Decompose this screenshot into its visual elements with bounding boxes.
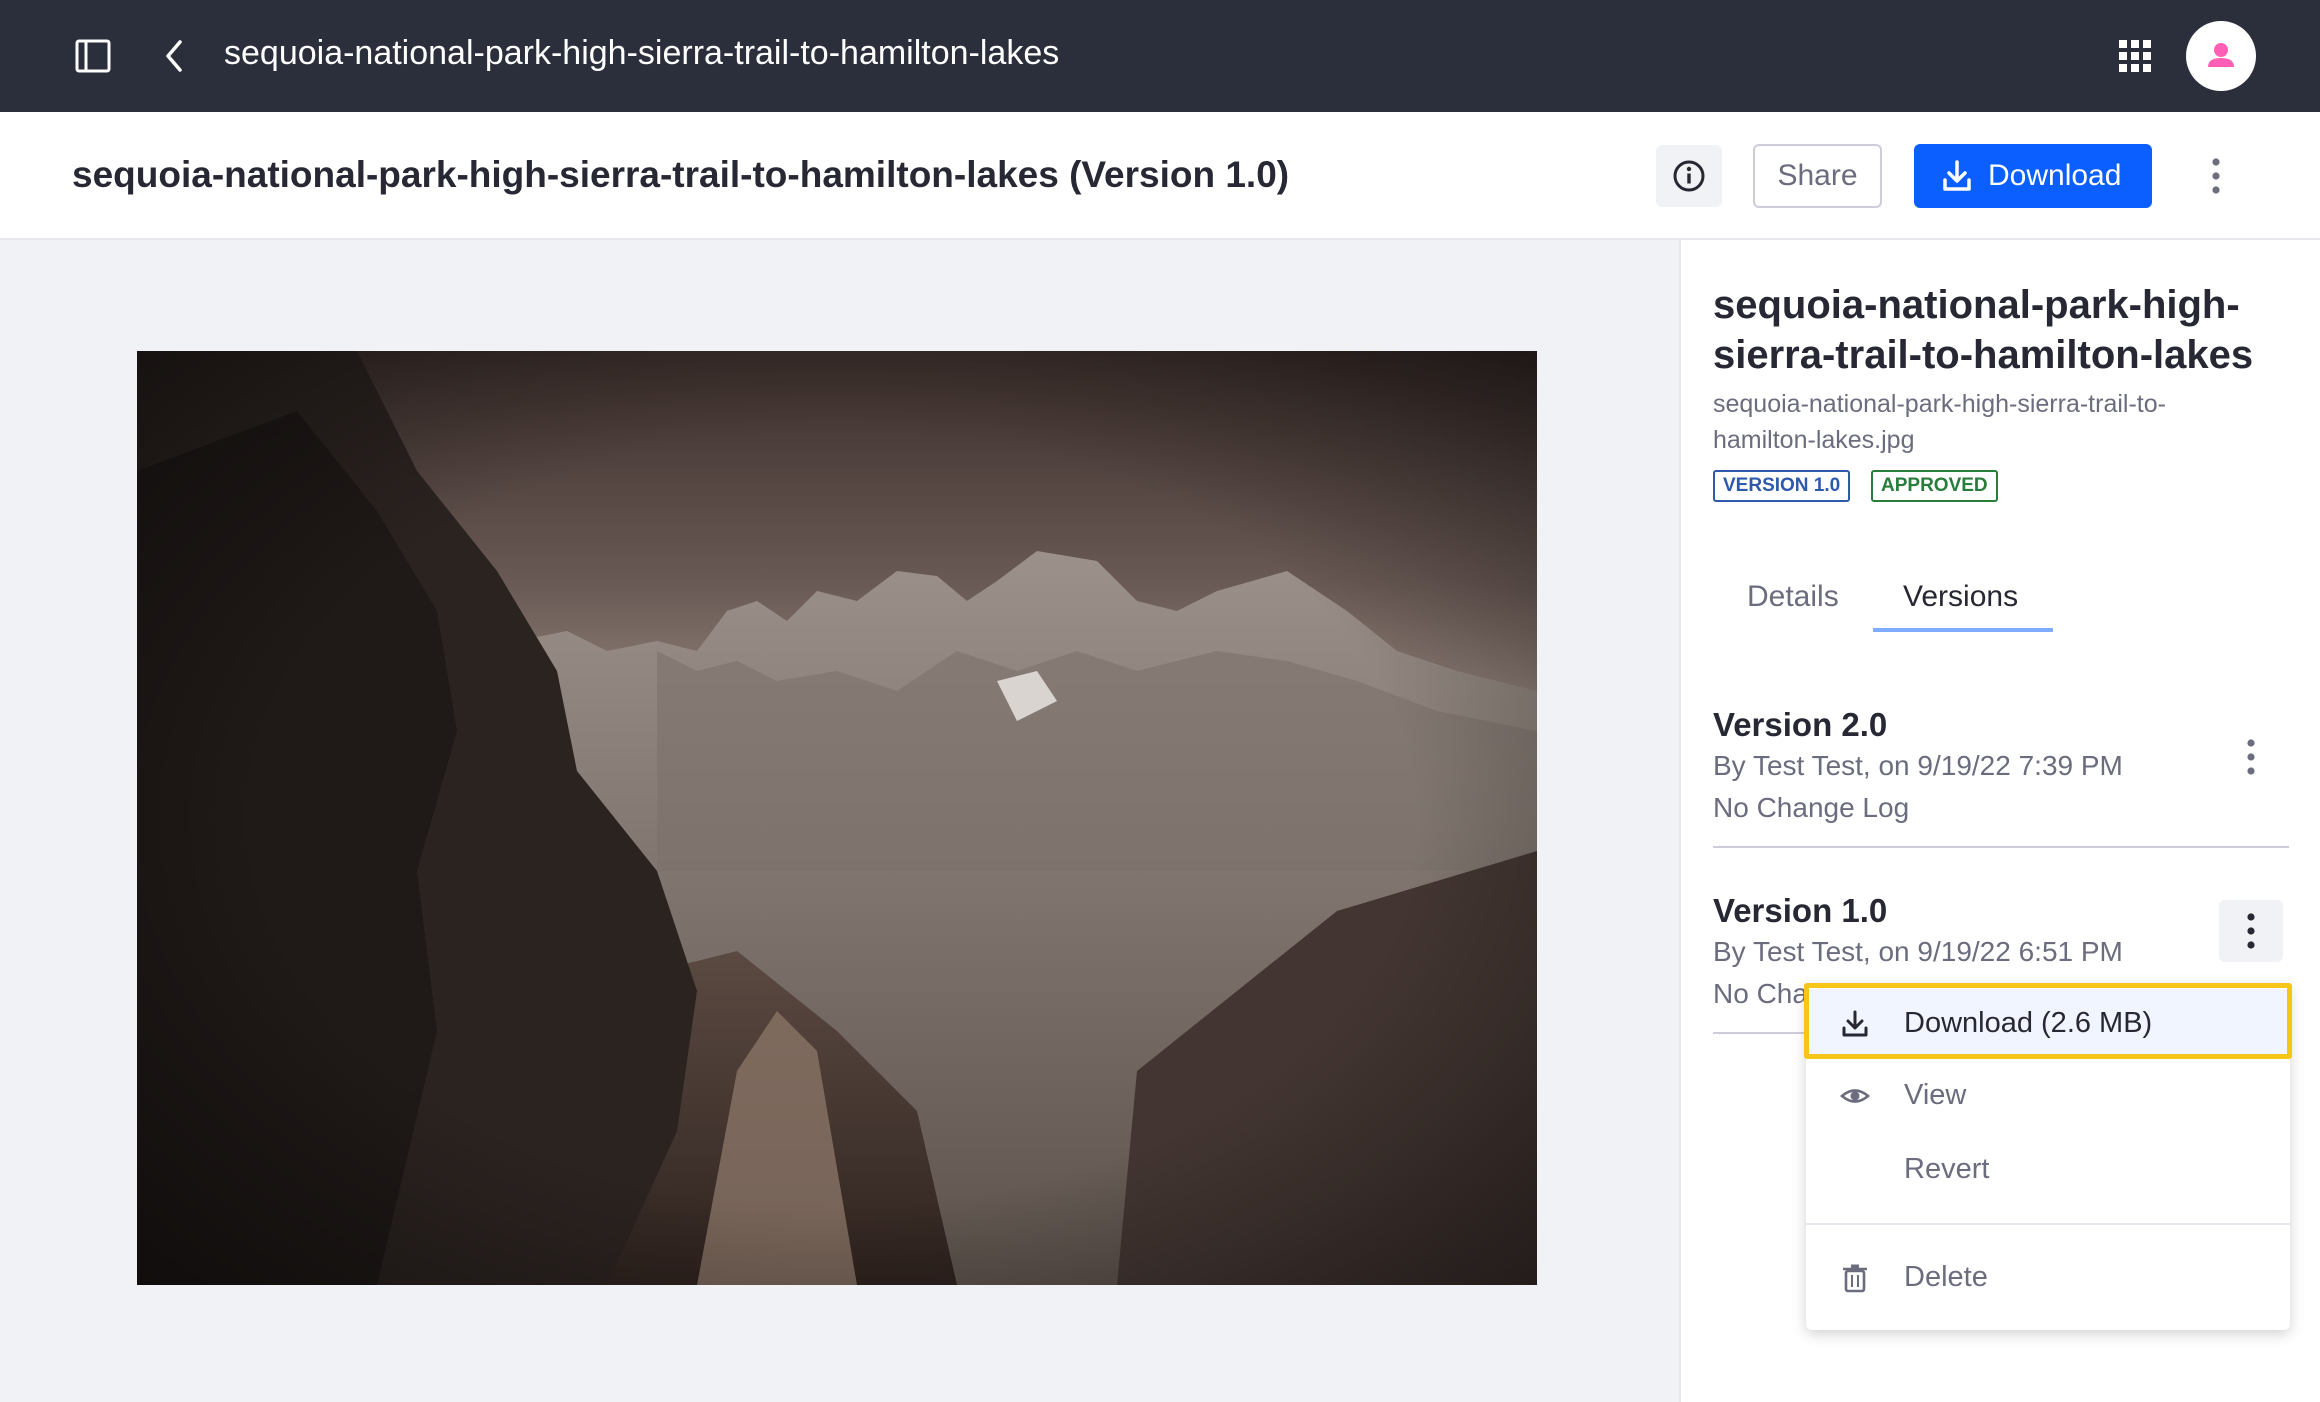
sidebar-title: sequoia-national-park-high-sierra-trail-…	[1713, 283, 2254, 377]
version-changelog: No Change Log	[1713, 792, 1910, 823]
page-title: sequoia-national-park-high-sierra-trail-…	[72, 154, 1290, 195]
version-title: Version 1.0	[1713, 892, 1888, 929]
version-actions-icon[interactable]	[2219, 726, 2283, 788]
version-actions-icon[interactable]	[2219, 900, 2283, 962]
menu-divider	[1806, 1223, 2290, 1225]
sidebar-panel-icon[interactable]	[74, 38, 112, 74]
info-button[interactable]	[1656, 145, 1722, 207]
share-button[interactable]: Share	[1753, 144, 1882, 208]
menu-item-label: View	[1904, 1079, 1967, 1111]
menu-item-download[interactable]: Download (2.6 MB)	[1806, 989, 2290, 1059]
version-title: Version 2.0	[1713, 706, 1888, 743]
menu-item-label: Delete	[1904, 1261, 1988, 1293]
download-icon	[1942, 160, 1972, 192]
menu-item-label: Revert	[1904, 1153, 1990, 1185]
top-navigation-bar: sequoia-national-park-high-sierra-trail-…	[0, 0, 2320, 112]
download-button-label: Download	[1988, 159, 2122, 192]
trash-icon	[1840, 1263, 1870, 1293]
version-author: By Test Test, on 9/19/22 7:39 PM	[1713, 750, 2123, 781]
image-preview	[137, 351, 1537, 1285]
document-title: sequoia-national-park-high-sierra-trail-…	[224, 34, 1060, 72]
menu-item-view[interactable]: View	[1806, 1061, 2290, 1131]
version-badge: VERSION 1.0	[1713, 470, 1851, 502]
file-name: sequoia-national-park-high-sierra-trail-…	[1713, 390, 2166, 454]
user-avatar-icon[interactable]	[2186, 21, 2256, 91]
version-item: Version 2.0 By Test Test, on 9/19/22 7:3…	[1713, 706, 2289, 848]
version-actions-menu: Download (2.6 MB) View Revert Delete	[1806, 983, 2290, 1330]
tab-versions[interactable]: Versions	[1903, 580, 2018, 614]
eye-icon	[1839, 1081, 1871, 1111]
more-actions-icon[interactable]	[2200, 152, 2232, 200]
apps-grid-icon[interactable]	[2118, 39, 2152, 73]
version-changelog: No Cha	[1713, 978, 1808, 1009]
page-header: sequoia-national-park-high-sierra-trail-…	[0, 112, 2320, 240]
menu-item-label: Download (2.6 MB)	[1904, 1007, 2153, 1039]
menu-item-revert[interactable]: Revert	[1806, 1135, 2290, 1205]
menu-item-delete[interactable]: Delete	[1806, 1243, 2290, 1313]
tab-details[interactable]: Details	[1747, 580, 1839, 614]
chevron-left-icon[interactable]	[160, 38, 190, 74]
download-button[interactable]: Download	[1914, 144, 2152, 208]
active-tab-indicator	[1873, 628, 2053, 632]
version-author: By Test Test, on 9/19/22 6:51 PM	[1713, 936, 2123, 967]
download-icon	[1840, 1009, 1870, 1039]
status-badge: APPROVED	[1871, 470, 1998, 502]
